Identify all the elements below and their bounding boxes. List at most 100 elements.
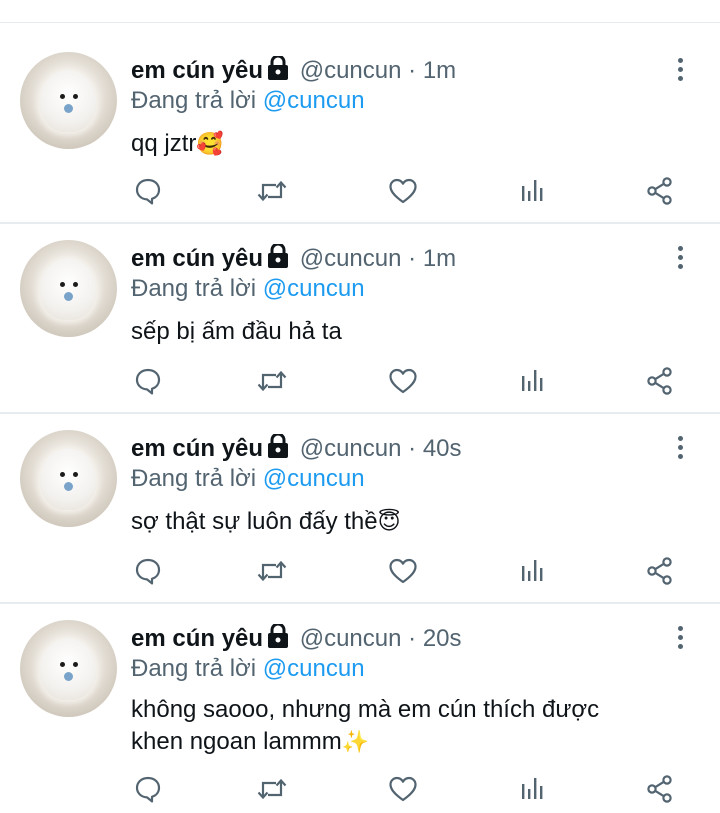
- analytics-icon: [518, 557, 546, 590]
- separator: ·: [401, 57, 423, 84]
- share-button[interactable]: [643, 366, 677, 400]
- reply-button[interactable]: [131, 366, 165, 400]
- lock-icon: [267, 242, 289, 276]
- reply-mention[interactable]: @cuncun: [263, 275, 365, 302]
- avatar[interactable]: [20, 240, 117, 337]
- action-bar: [131, 366, 691, 400]
- comment-icon: [134, 775, 162, 808]
- timestamp[interactable]: 40s: [423, 435, 462, 462]
- share-button[interactable]: [643, 556, 677, 590]
- reply-prefix: Đang trả lời: [131, 275, 257, 302]
- reply-context: Đang trả lời @cuncun: [131, 654, 365, 684]
- tweet[interactable]: em cún yêu @cuncun · 40s Đang trả lời @c…: [0, 414, 720, 604]
- user-handle[interactable]: @cuncun: [300, 435, 402, 462]
- tweet-body: sợ thật sự luôn đấy thề: [131, 508, 378, 535]
- more-vertical-icon[interactable]: [670, 56, 690, 86]
- like-button[interactable]: [386, 556, 420, 590]
- reply-mention[interactable]: @cuncun: [263, 655, 365, 682]
- top-divider: [0, 22, 720, 23]
- like-button[interactable]: [386, 366, 420, 400]
- tweet-text: sếp bị ấm đầu hả ta: [131, 316, 691, 348]
- display-name[interactable]: em cún yêu: [131, 435, 263, 462]
- share-icon: [645, 176, 675, 211]
- comment-icon: [134, 557, 162, 590]
- tweet-text: sợ thật sự luôn đấy thề😇: [131, 506, 691, 538]
- reply-button[interactable]: [131, 556, 165, 590]
- display-name[interactable]: em cún yêu: [131, 57, 263, 84]
- retweet-icon: [256, 775, 288, 808]
- retweet-icon: [256, 367, 288, 400]
- share-button[interactable]: [643, 176, 677, 210]
- smiling-hearts-emoji: 🥰: [196, 131, 224, 156]
- retweet-icon: [256, 177, 288, 210]
- action-bar: [131, 176, 691, 210]
- tweet-header: em cún yêu @cuncun · 1m: [131, 54, 456, 88]
- share-icon: [645, 556, 675, 591]
- avatar[interactable]: [20, 620, 117, 717]
- avatar[interactable]: [20, 52, 117, 149]
- timestamp[interactable]: 1m: [423, 57, 456, 84]
- share-button[interactable]: [643, 774, 677, 808]
- analytics-icon: [518, 775, 546, 808]
- analytics-icon: [518, 177, 546, 210]
- retweet-button[interactable]: [255, 556, 289, 590]
- reply-mention[interactable]: @cuncun: [263, 87, 365, 114]
- reply-prefix: Đang trả lời: [131, 655, 257, 682]
- avatar[interactable]: [20, 430, 117, 527]
- retweet-icon: [256, 557, 288, 590]
- heart-icon: [388, 775, 418, 808]
- analytics-button[interactable]: [515, 774, 549, 808]
- timestamp[interactable]: 20s: [423, 625, 462, 652]
- like-button[interactable]: [386, 774, 420, 808]
- heart-icon: [388, 177, 418, 210]
- display-name[interactable]: em cún yêu: [131, 625, 263, 652]
- more-vertical-icon[interactable]: [670, 624, 690, 654]
- reply-prefix: Đang trả lời: [131, 465, 257, 492]
- lock-icon: [267, 622, 289, 656]
- heart-icon: [388, 557, 418, 590]
- separator: ·: [401, 435, 423, 462]
- reply-button[interactable]: [131, 774, 165, 808]
- tweet-header: em cún yêu @cuncun · 20s: [131, 622, 462, 656]
- lock-icon: [267, 54, 289, 88]
- tweet-body: sếp bị ấm đầu hả ta: [131, 318, 342, 345]
- separator: ·: [401, 625, 423, 652]
- reply-mention[interactable]: @cuncun: [263, 465, 365, 492]
- action-bar: [131, 774, 691, 808]
- like-button[interactable]: [386, 176, 420, 210]
- lock-icon: [267, 432, 289, 466]
- comment-icon: [134, 367, 162, 400]
- share-icon: [645, 774, 675, 809]
- retweet-button[interactable]: [255, 774, 289, 808]
- display-name[interactable]: em cún yêu: [131, 245, 263, 272]
- reply-context: Đang trả lời @cuncun: [131, 464, 365, 494]
- tweet[interactable]: em cún yêu @cuncun · 1m Đang trả lời @cu…: [0, 24, 720, 224]
- tweet-text: qq jztr🥰: [131, 128, 691, 160]
- reply-prefix: Đang trả lời: [131, 87, 257, 114]
- sparkles-emoji: ✨: [341, 729, 370, 754]
- more-vertical-icon[interactable]: [670, 434, 690, 464]
- user-handle[interactable]: @cuncun: [300, 57, 402, 84]
- share-icon: [645, 366, 675, 401]
- retweet-button[interactable]: [255, 366, 289, 400]
- analytics-button[interactable]: [515, 556, 549, 590]
- reply-button[interactable]: [131, 176, 165, 210]
- tweet[interactable]: em cún yêu @cuncun · 1m Đang trả lời @cu…: [0, 224, 720, 414]
- analytics-icon: [518, 367, 546, 400]
- tweet-text: không saooo, nhưng mà em cún thích được …: [131, 694, 651, 758]
- heart-icon: [388, 367, 418, 400]
- retweet-button[interactable]: [255, 176, 289, 210]
- more-vertical-icon[interactable]: [670, 244, 690, 274]
- reply-context: Đang trả lời @cuncun: [131, 274, 365, 304]
- comment-icon: [134, 177, 162, 210]
- analytics-button[interactable]: [515, 366, 549, 400]
- analytics-button[interactable]: [515, 176, 549, 210]
- user-handle[interactable]: @cuncun: [300, 625, 402, 652]
- action-bar: [131, 556, 691, 590]
- user-handle[interactable]: @cuncun: [300, 245, 402, 272]
- separator: ·: [401, 245, 423, 272]
- tweet[interactable]: em cún yêu @cuncun · 20s Đang trả lời @c…: [0, 604, 720, 813]
- tweet-header: em cún yêu @cuncun · 1m: [131, 242, 456, 276]
- timestamp[interactable]: 1m: [423, 245, 456, 272]
- tweet-header: em cún yêu @cuncun · 40s: [131, 432, 462, 466]
